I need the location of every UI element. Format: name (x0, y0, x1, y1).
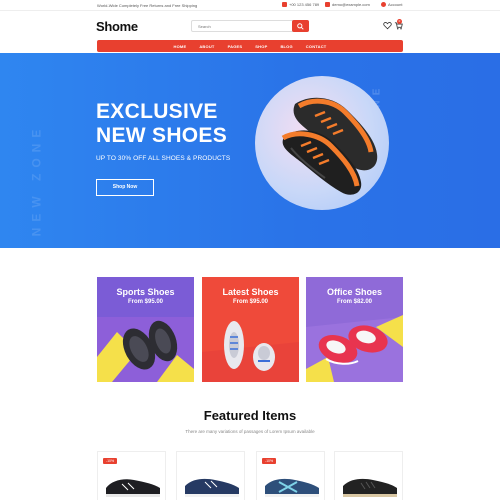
main-nav: HOME ABOUT PAGES SHOP BLOG CONTACT (97, 40, 403, 52)
search-icon (297, 23, 304, 30)
nav-item-blog[interactable]: BLOG (280, 44, 292, 49)
category-title: Sports Shoes (116, 287, 175, 297)
account-link[interactable]: Account (381, 2, 402, 7)
search-input[interactable] (192, 21, 292, 31)
product-image (185, 478, 239, 497)
category-card-office[interactable]: Office Shoes From $82.00 (306, 277, 403, 382)
account-text: Account (388, 2, 403, 7)
nav-item-pages[interactable]: PAGES (228, 44, 243, 49)
email-link[interactable]: demo@example.com (325, 2, 370, 7)
user-icon (381, 2, 386, 7)
nav-item-contact[interactable]: CONTACT (306, 44, 327, 49)
product-card[interactable] (176, 451, 245, 500)
mail-icon (325, 2, 330, 7)
hero-title-line1: EXCLUSIVE (96, 100, 218, 123)
category-title: Office Shoes (326, 287, 382, 297)
product-image (106, 479, 160, 497)
hero-product-image (255, 76, 389, 210)
promo-text: World-Wide Completely Free Returns and F… (97, 3, 198, 8)
product-image (265, 478, 319, 497)
category-price: From $95.00 (232, 299, 269, 305)
product-image (343, 478, 397, 497)
search-button[interactable] (292, 20, 309, 32)
hero-banner: NEW ZONE NEW ZONE EXCLUSIVE NEW SHOES UP… (0, 53, 500, 248)
category-price: From $95.00 (127, 299, 164, 305)
search-bar (191, 20, 309, 32)
email-text: demo@example.com (332, 2, 370, 7)
phone-text: +00 123 456 789 (289, 2, 320, 7)
featured-title: Featured Items (203, 408, 297, 423)
featured-subtitle: There are many variations of passages of… (185, 429, 315, 434)
heart-icon[interactable] (383, 21, 392, 30)
page: World-Wide Completely Free Returns and F… (0, 0, 500, 500)
hero-title-line2: NEW SHOES (96, 124, 228, 147)
category-card-latest[interactable]: Latest Shoes From $95.00 (202, 277, 299, 382)
product-card[interactable]: -10% (256, 451, 325, 500)
sneaker-pair-image (281, 97, 378, 195)
hero-subtitle: UP TO 30% OFF ALL SHOES & PRODUCTS (96, 155, 231, 162)
site-logo[interactable]: Shome (96, 19, 138, 34)
hero-watermark: NEW ZONE (29, 123, 44, 237)
category-title: Latest Shoes (222, 287, 279, 297)
nav-item-about[interactable]: ABOUT (199, 44, 214, 49)
nav-item-shop[interactable]: SHOP (255, 44, 267, 49)
nav-item-home[interactable]: HOME (174, 44, 187, 49)
product-card[interactable]: -10% (97, 451, 166, 500)
phone-icon (282, 2, 287, 7)
hero-title: EXCLUSIVE NEW SHOES (96, 100, 227, 148)
cart-count-badge: 0 (397, 19, 402, 24)
category-price: From $82.00 (336, 299, 373, 305)
category-card-sports[interactable]: Sports Shoes From $95.00 (97, 277, 194, 382)
phone-link[interactable]: +00 123 456 789 (282, 2, 319, 7)
shop-now-button[interactable]: Shop Now (96, 179, 154, 196)
top-bar: World-Wide Completely Free Returns and F… (0, 0, 500, 11)
product-card[interactable] (334, 451, 403, 500)
